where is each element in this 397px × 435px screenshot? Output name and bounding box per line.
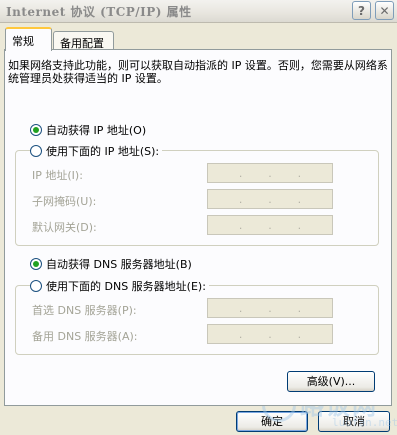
window-title: Internet 协议 (TCP/IP) 属性 (6, 5, 192, 19)
cancel-button[interactable]: 取消 (318, 411, 390, 432)
ip-separator: . (238, 301, 243, 315)
advanced-button[interactable]: 高级(V)... (287, 371, 375, 392)
ip-separator: . (297, 192, 302, 206)
help-icon: ? (358, 4, 365, 18)
ip-separator: . (297, 166, 302, 180)
ip-separator: . (268, 327, 272, 341)
dns-manual-label: 使用下面的 DNS 服务器地址(E): (46, 280, 206, 293)
ip-address-input[interactable]: ... (207, 163, 333, 183)
ip-manual-option[interactable]: 使用下面的 IP 地址(S): (30, 143, 163, 159)
ip-auto-radio[interactable] (30, 124, 42, 136)
close-icon: ✕ (379, 4, 390, 18)
subnet-mask-label: 子网掩码(U): (32, 195, 97, 208)
dns-manual-radio[interactable] (30, 280, 42, 292)
dns-auto-label: 自动获得 DNS 服务器地址(B) (46, 258, 192, 271)
ip-manual-label: 使用下面的 IP 地址(S): (46, 145, 160, 158)
ip-separator: . (238, 192, 243, 206)
close-button[interactable]: ✕ (375, 1, 394, 20)
ip-separator: . (268, 218, 272, 232)
ip-separator: . (297, 218, 302, 232)
dns-manual-option[interactable]: 使用下面的 DNS 服务器地址(E): (30, 278, 209, 294)
ip-separator: . (268, 301, 272, 315)
alternate-dns-label: 备用 DNS 服务器(A): (32, 330, 138, 343)
dns-auto-option[interactable]: 自动获得 DNS 服务器地址(B) (30, 256, 195, 272)
default-gateway-input[interactable]: ... (207, 215, 333, 235)
ip-separator: . (238, 327, 243, 341)
ip-separator: . (268, 192, 272, 206)
dns-manual-group (15, 285, 379, 355)
title-bar: Internet 协议 (TCP/IP) 属性 ? ✕ (0, 0, 397, 23)
ip-address-label: IP 地址(I): (32, 169, 83, 182)
subnet-mask-input[interactable]: ... (207, 189, 333, 209)
ip-separator: . (238, 166, 243, 180)
tab-panel-general: 如果网络支持此功能，则可以获取自动指派的 IP 设置。否则，您需要从网络系统管理… (4, 49, 392, 406)
preferred-dns-label: 首选 DNS 服务器(P): (32, 304, 137, 317)
ok-button[interactable]: 确定 (236, 411, 308, 432)
dns-auto-radio[interactable] (30, 258, 42, 270)
alternate-dns-input[interactable]: ... (207, 324, 333, 344)
help-button[interactable]: ? (352, 1, 371, 20)
default-gateway-label: 默认网关(D): (32, 221, 97, 234)
description-text: 如果网络支持此功能，则可以获取自动指派的 IP 设置。否则，您需要从网络系统管理… (8, 59, 388, 85)
ip-separator: . (238, 218, 243, 232)
ip-manual-radio[interactable] (30, 145, 42, 157)
ip-auto-label: 自动获得 IP 地址(O) (46, 124, 147, 137)
tab-general[interactable]: 常规 (5, 27, 52, 51)
preferred-dns-input[interactable]: ... (207, 298, 333, 318)
ip-separator: . (268, 166, 272, 180)
ip-separator: . (297, 327, 302, 341)
ip-auto-option[interactable]: 自动获得 IP 地址(O) (30, 122, 150, 138)
tab-alternate-config[interactable]: 备用配置 (53, 31, 114, 51)
ip-separator: . (297, 301, 302, 315)
